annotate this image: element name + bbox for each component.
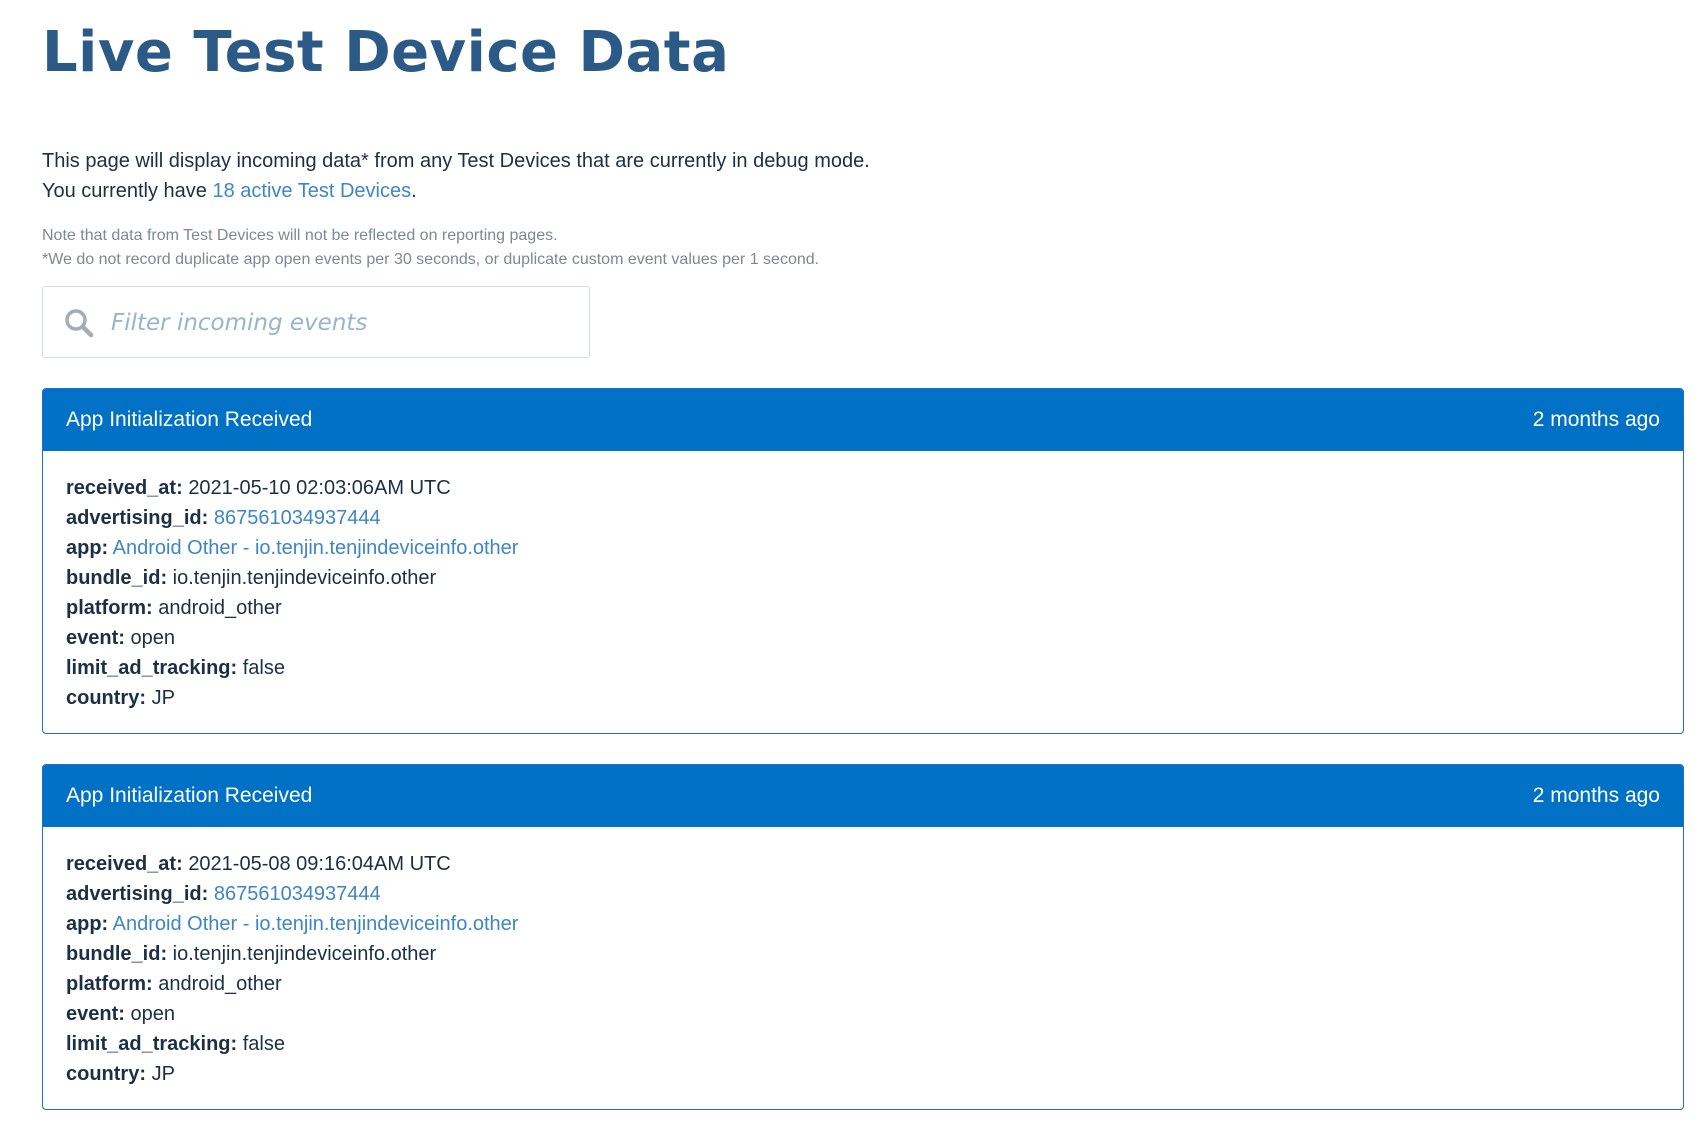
event-field-row: event: open [66,999,1660,1029]
event-field-row: platform: android_other [66,593,1660,623]
event-field-key: bundle_id: [66,566,168,589]
event-field-value: false [242,656,285,679]
intro-line-2-suffix: . [411,179,417,202]
event-field-link[interactable]: Android Other - io.tenjin.tenjindevicein… [113,913,519,935]
event-field-value: open [130,626,175,649]
event-field-value: 2021-05-08 09:16:04AM UTC [188,852,451,875]
event-field-key: event: [66,626,125,649]
page-container: Live Test Device Data This page will dis… [42,0,1684,1110]
event-field-row: received_at: 2021-05-08 09:16:04AM UTC [66,849,1660,879]
intro-line-2-prefix: You currently have [42,179,213,202]
event-card: App Initialization Received 2 months ago r… [42,387,1684,734]
event-field-value: JP [151,686,175,709]
event-field-value: false [242,1032,285,1055]
event-card-header: App Initialization Received 2 months ago [43,764,1683,827]
event-field-row: received_at: 2021-05-10 02:03:06AM UTC [66,473,1660,503]
event-time-ago: 2 months ago [1532,783,1660,807]
event-field-row: limit_ad_tracking: false [66,653,1660,683]
note-line-2: *We do not record duplicate app open eve… [42,250,820,268]
event-field-key: app: [66,536,109,559]
intro-text: This page will display incoming data* fr… [42,146,1684,206]
event-card-header: App Initialization Received 2 months ago [43,388,1683,451]
page-title: Live Test Device Data [42,20,730,85]
search-icon [65,308,94,337]
event-field-key: country: [66,1062,146,1085]
filter-events-input[interactable] [111,302,571,343]
event-field-key: country: [66,686,146,709]
event-field-row: event: open [66,623,1660,653]
event-field-key: event: [66,1002,125,1025]
event-field-key: bundle_id: [66,942,168,965]
event-field-row: bundle_id: io.tenjin.tenjindeviceinfo.ot… [66,563,1660,593]
event-field-value: io.tenjin.tenjindeviceinfo.other [172,942,437,965]
event-field-row: country: JP [66,683,1660,713]
notes: Note that data from Test Devices will no… [42,224,1684,272]
event-title: App Initialization Received [66,407,313,431]
event-field-key: limit_ad_tracking: [66,656,238,679]
event-field-key: limit_ad_tracking: [66,1032,238,1055]
event-field-key: advertising_id: [66,882,209,905]
intro-line-1: This page will display incoming data* fr… [42,149,870,172]
event-field-key: received_at: [66,852,183,875]
event-field-link[interactable]: 867561034937444 [214,507,381,529]
event-field-row: app: Android Other - io.tenjin.tenjindev… [66,533,1660,563]
event-field-key: advertising_id: [66,506,209,529]
event-field-row: app: Android Other - io.tenjin.tenjindev… [66,909,1660,939]
event-card-body: received_at: 2021-05-08 09:16:04AM UTC ad… [43,827,1683,1109]
event-field-row: limit_ad_tracking: false [66,1029,1660,1059]
event-field-row: advertising_id: 867561034937444 [66,879,1660,909]
event-field-key: platform: [66,972,153,995]
events-list: App Initialization Received 2 months ago r… [42,387,1684,1110]
event-field-row: advertising_id: 867561034937444 [66,503,1660,533]
event-card: App Initialization Received 2 months ago r… [42,763,1684,1110]
note-line-1: Note that data from Test Devices will no… [42,226,558,244]
event-field-row: bundle_id: io.tenjin.tenjindeviceinfo.ot… [66,939,1660,969]
event-time-ago: 2 months ago [1532,407,1660,431]
active-test-devices-link[interactable]: 18 active Test Devices [212,180,411,202]
event-field-row: platform: android_other [66,969,1660,999]
event-field-value: open [130,1002,175,1025]
event-field-value: android_other [158,972,282,995]
event-field-value: io.tenjin.tenjindeviceinfo.other [172,566,437,589]
event-card-body: received_at: 2021-05-10 02:03:06AM UTC ad… [43,451,1683,733]
event-field-key: platform: [66,596,153,619]
event-field-link[interactable]: Android Other - io.tenjin.tenjindevicein… [113,537,519,559]
event-field-value: JP [151,1062,175,1085]
intro-line-2: You currently have 18 active Test Device… [42,176,1684,206]
event-field-key: received_at: [66,476,183,499]
event-title: App Initialization Received [66,783,313,807]
filter-box[interactable] [42,285,590,358]
event-field-key: app: [66,912,109,935]
event-field-value: 2021-05-10 02:03:06AM UTC [188,476,451,499]
event-field-link[interactable]: 867561034937444 [214,883,381,905]
event-field-row: country: JP [66,1059,1660,1089]
event-field-value: android_other [158,596,282,619]
